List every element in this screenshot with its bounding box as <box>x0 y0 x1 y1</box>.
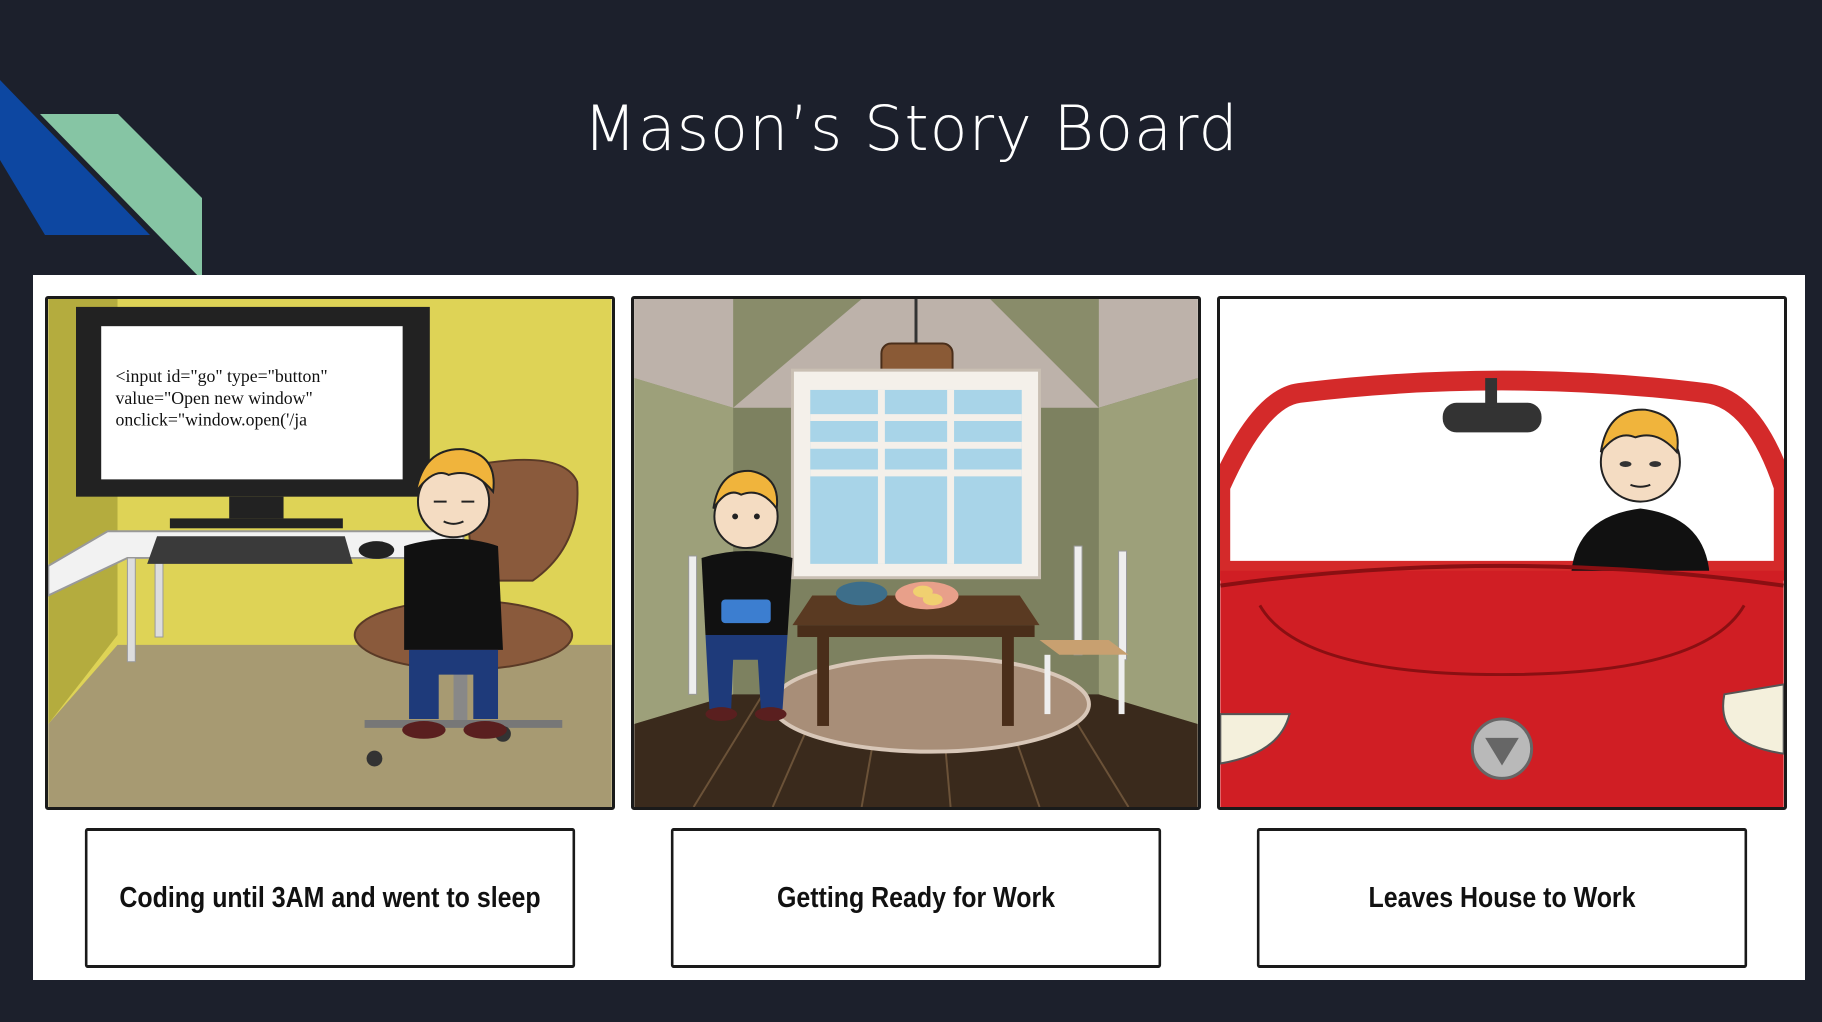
panel-car-scene <box>1217 296 1787 810</box>
panel-2-caption: Getting Ready for Work <box>670 828 1162 968</box>
storyboard: <input id="go" type="button" value="Open… <box>33 275 1805 980</box>
panel-3-caption: Leaves House to Work <box>1256 828 1748 968</box>
monitor-code-line-3: onclick="window.open('/ja <box>116 410 308 431</box>
dining-room-illustration <box>634 299 1198 807</box>
svg-text:<input id="go" type="button": <input id="go" type="button" <box>116 366 328 386</box>
monitor-code-line-2: value="Open new window" <box>116 388 313 408</box>
monitor-code-line-1: <input id="go" type="button" <box>116 366 328 386</box>
panel-1-caption: Coding until 3AM and went to sleep <box>84 828 576 968</box>
panel-dining-room-scene <box>631 296 1201 810</box>
svg-text:onclick="window.open('/ja: onclick="window.open('/ja <box>116 410 308 431</box>
coding-scene-illustration: <input id="go" type="button" value="Open… <box>48 299 612 807</box>
svg-text:value="Open new window": value="Open new window" <box>116 388 313 408</box>
car-illustration <box>1220 299 1784 807</box>
slide-title: Mason’s Story Board <box>583 92 1239 165</box>
panel-coding-scene: <input id="go" type="button" value="Open… <box>45 296 615 810</box>
